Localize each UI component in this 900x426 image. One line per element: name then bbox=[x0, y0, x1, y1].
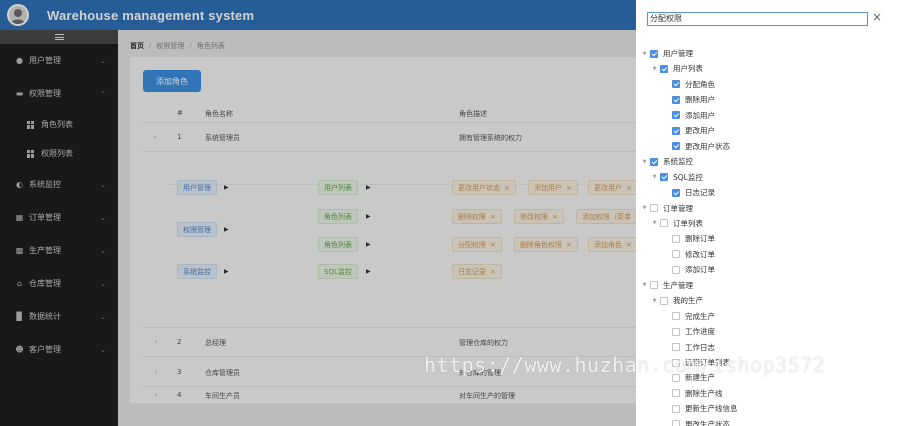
tree-checkbox[interactable] bbox=[650, 281, 658, 290]
tree-node-label: 分配角色 bbox=[685, 79, 715, 89]
tree-node[interactable]: 添加订单 bbox=[662, 262, 715, 277]
tree-node-label: 工作日志 bbox=[685, 342, 715, 352]
caret-down-icon[interactable]: ▼ bbox=[650, 298, 659, 304]
tree-checkbox[interactable] bbox=[650, 157, 658, 166]
tree-node-label: 删除订单 bbox=[685, 234, 715, 244]
tree-node-label: 生产管理 bbox=[663, 280, 693, 290]
tree-checkbox[interactable] bbox=[672, 188, 680, 197]
tree-node[interactable]: ▼ SQL监控 bbox=[650, 170, 703, 185]
caret-down-icon[interactable]: ▼ bbox=[640, 159, 649, 165]
watermark: https://www.huzhan.com/ishop3572 bbox=[424, 353, 826, 377]
tree-checkbox[interactable] bbox=[650, 49, 658, 58]
tree-checkbox[interactable] bbox=[672, 234, 680, 243]
tree-checkbox[interactable] bbox=[672, 389, 680, 398]
caret-down-icon[interactable]: ▼ bbox=[640, 282, 649, 288]
tree-node[interactable]: 分配角色 bbox=[662, 77, 715, 92]
tree-checkbox[interactable] bbox=[672, 420, 680, 426]
tree-node[interactable]: 删除用户 bbox=[662, 92, 715, 107]
tree-node[interactable]: 完成生产 bbox=[662, 309, 715, 324]
tree-checkbox[interactable] bbox=[672, 80, 680, 89]
tree-node-label: 订单管理 bbox=[663, 203, 693, 213]
tree-node-label: 用户列表 bbox=[673, 64, 703, 74]
caret-down-icon[interactable]: ▼ bbox=[650, 66, 659, 72]
tree-checkbox[interactable] bbox=[672, 404, 680, 413]
tree-node[interactable]: ▼ 用户列表 bbox=[650, 61, 703, 76]
tree-node-label: 添加用户 bbox=[685, 110, 715, 120]
tree-checkbox[interactable] bbox=[660, 173, 668, 182]
tree-checkbox[interactable] bbox=[672, 327, 680, 336]
tree-node[interactable]: 更改生产状态 bbox=[662, 417, 730, 426]
tree-checkbox[interactable] bbox=[672, 126, 680, 135]
tree-node-label: 工作进度 bbox=[685, 327, 715, 337]
tree-node-label: 系统监控 bbox=[663, 157, 693, 167]
tree-node[interactable]: 更新生产线信息 bbox=[662, 401, 738, 416]
tree-node-label: 更改用户 bbox=[685, 126, 715, 136]
tree-node-label: 添加订单 bbox=[685, 265, 715, 275]
tree-checkbox[interactable] bbox=[672, 142, 680, 151]
tree-checkbox[interactable] bbox=[672, 250, 680, 259]
tree-node[interactable]: 工作进度 bbox=[662, 324, 715, 339]
caret-down-icon[interactable]: ▼ bbox=[640, 205, 649, 211]
tree-node[interactable]: 删除订单 bbox=[662, 231, 715, 246]
tree-node[interactable]: 删除生产线 bbox=[662, 386, 723, 401]
tree-node-label: 我的生产 bbox=[673, 296, 703, 306]
tree-checkbox[interactable] bbox=[672, 265, 680, 274]
tree-node[interactable]: ▼ 生产管理 bbox=[640, 278, 693, 293]
tree-node-label: 更新生产线信息 bbox=[685, 404, 738, 414]
tree-checkbox[interactable] bbox=[660, 64, 668, 73]
tree-checkbox[interactable] bbox=[672, 111, 680, 120]
tree-node[interactable]: ▼ 系统监控 bbox=[640, 154, 693, 169]
tree-node[interactable]: 更改用户状态 bbox=[662, 139, 730, 154]
caret-down-icon[interactable]: ▼ bbox=[640, 51, 649, 57]
caret-down-icon[interactable]: ▼ bbox=[650, 174, 659, 180]
tree-node-label: 更改用户状态 bbox=[685, 141, 730, 151]
tree-node[interactable]: 修改订单 bbox=[662, 247, 715, 262]
tree-node[interactable]: 更改用户 bbox=[662, 123, 715, 138]
tree-node-label: 用户管理 bbox=[663, 49, 693, 58]
caret-down-icon[interactable]: ▼ bbox=[650, 220, 659, 226]
tree-checkbox[interactable] bbox=[672, 95, 680, 104]
tree-checkbox[interactable] bbox=[660, 219, 668, 228]
tree-checkbox[interactable] bbox=[672, 343, 680, 352]
tree-node-label: 删除用户 bbox=[685, 95, 715, 105]
tree-node[interactable]: ▼ 我的生产 bbox=[650, 293, 703, 308]
tree-node-label: 日志记录 bbox=[685, 188, 715, 198]
tree-node-label: 删除生产线 bbox=[685, 388, 723, 398]
tree-checkbox[interactable] bbox=[650, 204, 658, 212]
tree-checkbox[interactable] bbox=[672, 312, 680, 321]
tree-node-label: 修改订单 bbox=[685, 249, 715, 259]
tree-node[interactable]: 日志记录 bbox=[662, 185, 715, 200]
close-icon[interactable]: × bbox=[872, 10, 882, 24]
tree-node-label: 订单列表 bbox=[673, 218, 703, 228]
tree-node-label: SQL监控 bbox=[673, 172, 703, 182]
tree-node-label: 更改生产状态 bbox=[685, 419, 730, 426]
tree-node-label: 完成生产 bbox=[685, 311, 715, 321]
drawer-title: 分配权限 bbox=[647, 12, 868, 26]
tree-node[interactable]: ▼ 订单列表 bbox=[650, 216, 703, 231]
tree-checkbox[interactable] bbox=[660, 296, 668, 305]
tree-node[interactable]: 添加用户 bbox=[662, 108, 715, 123]
tree-node[interactable]: ▼ 订单管理 bbox=[640, 201, 693, 216]
tree-node[interactable]: ▼ 用户管理 bbox=[640, 46, 693, 61]
